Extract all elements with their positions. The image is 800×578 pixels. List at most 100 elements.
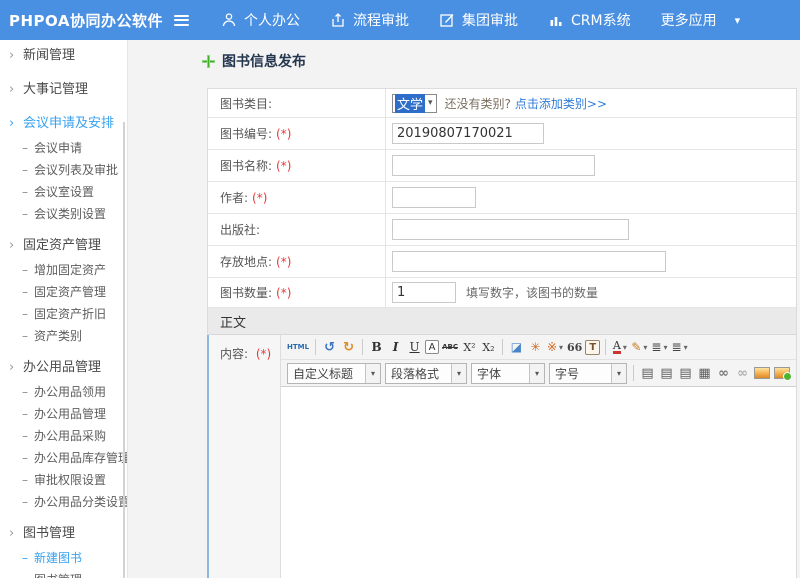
sidebar-item-meeting-apply[interactable]: –会议申请 (0, 137, 127, 159)
insert-online-image-icon[interactable] (773, 364, 791, 383)
paragraph-format-select[interactable]: 段落格式▾ (385, 363, 467, 384)
sidebar-item-label: 图书管理 (34, 573, 82, 578)
toolbar-separator (633, 365, 634, 381)
eraser-icon[interactable]: ◪ (508, 338, 525, 357)
chevron-down-icon: ▾ (643, 343, 647, 352)
sidebar-item-supplies-management[interactable]: –办公用品管理 (0, 403, 127, 425)
sidebar: ›新闻管理 ›大事记管理 ›会议申请及安排 –会议申请 –会议列表及审批 –会议… (0, 40, 128, 578)
align-justify-icon[interactable]: ▦ (696, 364, 713, 383)
font-color-icon[interactable]: A▾ (611, 338, 628, 357)
sidebar-item-asset-category[interactable]: –资产类别 (0, 325, 127, 347)
sidebar-item-supplies-receive[interactable]: –办公用品领用 (0, 381, 127, 403)
nav-crm-system[interactable]: CRM系统 (548, 10, 631, 30)
sidebar-item-fixed-asset-depreciation[interactable]: –固定资产折旧 (0, 303, 127, 325)
form-row-content: 内容: (*) HTML ↺ ↻ B I U A ABC X² X₂ (207, 335, 796, 578)
sidebar-group-label: 大事记管理 (23, 82, 88, 97)
template-icon[interactable]: T (585, 340, 600, 355)
category-select[interactable]: 文学 ▾ (392, 94, 437, 113)
chevron-right-icon: › (9, 77, 23, 103)
sidebar-group-memorabilia[interactable]: ›大事记管理 (0, 77, 127, 103)
menu-toggle-icon[interactable] (174, 15, 189, 26)
required-mark: (*) (256, 347, 271, 361)
blockquote-icon[interactable]: 66 (566, 338, 583, 357)
sidebar-item-new-book[interactable]: –新建图书 (0, 547, 127, 569)
sidebar-item-meeting-room-settings[interactable]: –会议室设置 (0, 181, 127, 203)
highlight-icon[interactable]: ✎▾ (630, 338, 648, 357)
category-selected-value: 文学 (395, 94, 425, 113)
book-code-input[interactable] (392, 123, 544, 144)
italic-icon[interactable]: I (387, 338, 404, 357)
sidebar-group-books[interactable]: ›图书管理 (0, 521, 127, 547)
sidebar-item-approval-permission-settings[interactable]: –审批权限设置 (0, 469, 127, 491)
add-category-link[interactable]: 点击添加类别>> (515, 95, 607, 112)
editor-toolbar-row2: 自定义标题▾ 段落格式▾ 字体▾ 字号▾ ▤ ▤ ▤ ▦ ∞ ∞ (281, 360, 796, 387)
ordered-list-icon[interactable]: ≣▾ (650, 338, 668, 357)
align-left-icon[interactable]: ▤ (639, 364, 656, 383)
nav-personal-office[interactable]: 个人办公 (221, 10, 300, 30)
sidebar-item-label: 办公用品库存管理 (34, 451, 128, 465)
nav-label: 集团审批 (462, 10, 518, 30)
insert-image-icon[interactable] (753, 364, 771, 383)
redo-icon[interactable]: ↻ (340, 338, 357, 357)
nav-label: 个人办公 (244, 10, 300, 30)
form-row-code: 图书编号:(*) (208, 118, 796, 150)
nav-more-apps[interactable]: 更多应用 (661, 10, 717, 30)
chevron-down-icon[interactable]: ▾ (735, 14, 741, 27)
subscript-icon[interactable]: X₂ (480, 338, 497, 357)
nav-label: CRM系统 (571, 10, 631, 30)
sidebar-item-label: 办公用品采购 (34, 429, 106, 443)
field-label: 图书类目: (220, 95, 272, 112)
align-right-icon[interactable]: ▤ (677, 364, 694, 383)
sidebar-item-meeting-category-settings[interactable]: –会议类别设置 (0, 203, 127, 225)
sidebar-scrollbar[interactable] (123, 122, 125, 578)
nav-group-approval[interactable]: 集团审批 (439, 10, 518, 30)
sidebar-item-add-fixed-asset[interactable]: –增加固定资产 (0, 259, 127, 281)
custom-title-select[interactable]: 自定义标题▾ (287, 363, 381, 384)
sidebar-group-fixed-assets[interactable]: ›固定资产管理 (0, 233, 127, 259)
strikethrough-icon[interactable]: ABC (441, 338, 459, 357)
location-input[interactable] (392, 251, 666, 272)
font-size-select[interactable]: 字号▾ (549, 363, 627, 384)
unlink-icon[interactable]: ∞ (734, 364, 751, 383)
sidebar-item-supplies-purchase[interactable]: –办公用品采购 (0, 425, 127, 447)
sidebar-item-label: 办公用品领用 (34, 385, 106, 399)
sidebar-item-supplies-category-settings[interactable]: –办公用品分类设置 (0, 491, 127, 513)
superscript-icon[interactable]: X² (461, 338, 478, 357)
dash-icon: – (22, 159, 28, 181)
sidebar-group-meeting[interactable]: ›会议申请及安排 (0, 111, 127, 137)
underline-icon[interactable]: U (406, 338, 423, 357)
nav-workflow-approval[interactable]: 流程审批 (330, 10, 409, 30)
chevron-right-icon: › (9, 111, 23, 137)
toolbar-separator (502, 339, 503, 355)
align-center-icon[interactable]: ▤ (658, 364, 675, 383)
bold-icon[interactable]: B (368, 338, 385, 357)
required-mark: (*) (252, 191, 267, 205)
dash-icon: – (22, 425, 28, 447)
link-icon[interactable]: ∞ (715, 364, 732, 383)
publisher-input[interactable] (392, 219, 629, 240)
sidebar-item-label: 审批权限设置 (34, 473, 106, 487)
sidebar-group-office-supplies[interactable]: ›办公用品管理 (0, 355, 127, 381)
html-source-icon[interactable]: HTML (286, 338, 310, 357)
undo-icon[interactable]: ↺ (321, 338, 338, 357)
required-mark: (*) (276, 127, 291, 141)
sidebar-item-supplies-inventory[interactable]: –办公用品库存管理 (0, 447, 127, 469)
editor-content[interactable] (281, 387, 796, 578)
font-family-select[interactable]: 字体▾ (471, 363, 545, 384)
form-row-category: 图书类目: 文学 ▾ 还没有类别? 点击添加类别>> (208, 89, 796, 118)
top-navigation: 个人办公 流程审批 集团审批 CRM系统 更多应用 ▾ (221, 10, 740, 30)
font-border-icon[interactable]: A (425, 340, 439, 354)
clear-format-icon[interactable]: ✳ (527, 338, 544, 357)
unordered-list-icon[interactable]: ≣▾ (671, 338, 689, 357)
quantity-input[interactable] (392, 282, 456, 303)
auto-typeset-icon[interactable]: ※▾ (546, 338, 564, 357)
author-input[interactable] (392, 187, 476, 208)
field-label: 图书名称: (220, 157, 272, 174)
sidebar-item-meeting-list-approval[interactable]: –会议列表及审批 (0, 159, 127, 181)
sidebar-item-book-management[interactable]: –图书管理 (0, 569, 127, 578)
field-label: 作者: (220, 189, 248, 206)
book-name-input[interactable] (392, 155, 595, 176)
sidebar-item-fixed-asset-management[interactable]: –固定资产管理 (0, 281, 127, 303)
chevron-down-icon: ▾ (559, 343, 563, 352)
sidebar-group-news[interactable]: ›新闻管理 (0, 43, 127, 69)
